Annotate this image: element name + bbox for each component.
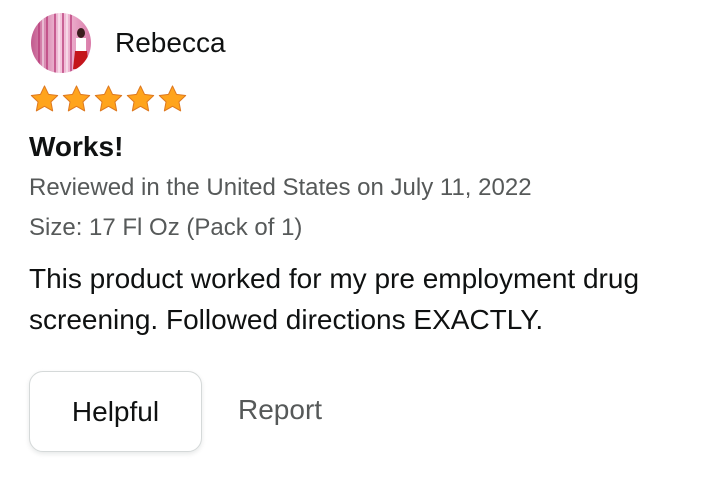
- reviewer-profile[interactable]: Rebecca: [31, 13, 226, 73]
- customer-review: Rebecca Works! Reviewed in the United St…: [0, 0, 720, 494]
- star-icon: [29, 84, 60, 115]
- reviewer-name[interactable]: Rebecca: [115, 29, 226, 57]
- avatar[interactable]: [31, 13, 91, 73]
- review-body: This product worked for my pre employmen…: [29, 263, 640, 335]
- review-size-variant: Size: 17 Fl Oz (Pack of 1): [29, 214, 303, 241]
- star-icon: [157, 84, 188, 115]
- star-icon: [125, 84, 156, 115]
- review-date: Reviewed in the United States on July 11…: [29, 174, 532, 201]
- review-title[interactable]: Works!: [29, 130, 123, 164]
- helpful-button[interactable]: Helpful: [29, 371, 202, 452]
- star-icon: [93, 84, 124, 115]
- report-link[interactable]: Report: [238, 393, 322, 427]
- star-icon: [61, 84, 92, 115]
- star-rating[interactable]: [29, 84, 188, 115]
